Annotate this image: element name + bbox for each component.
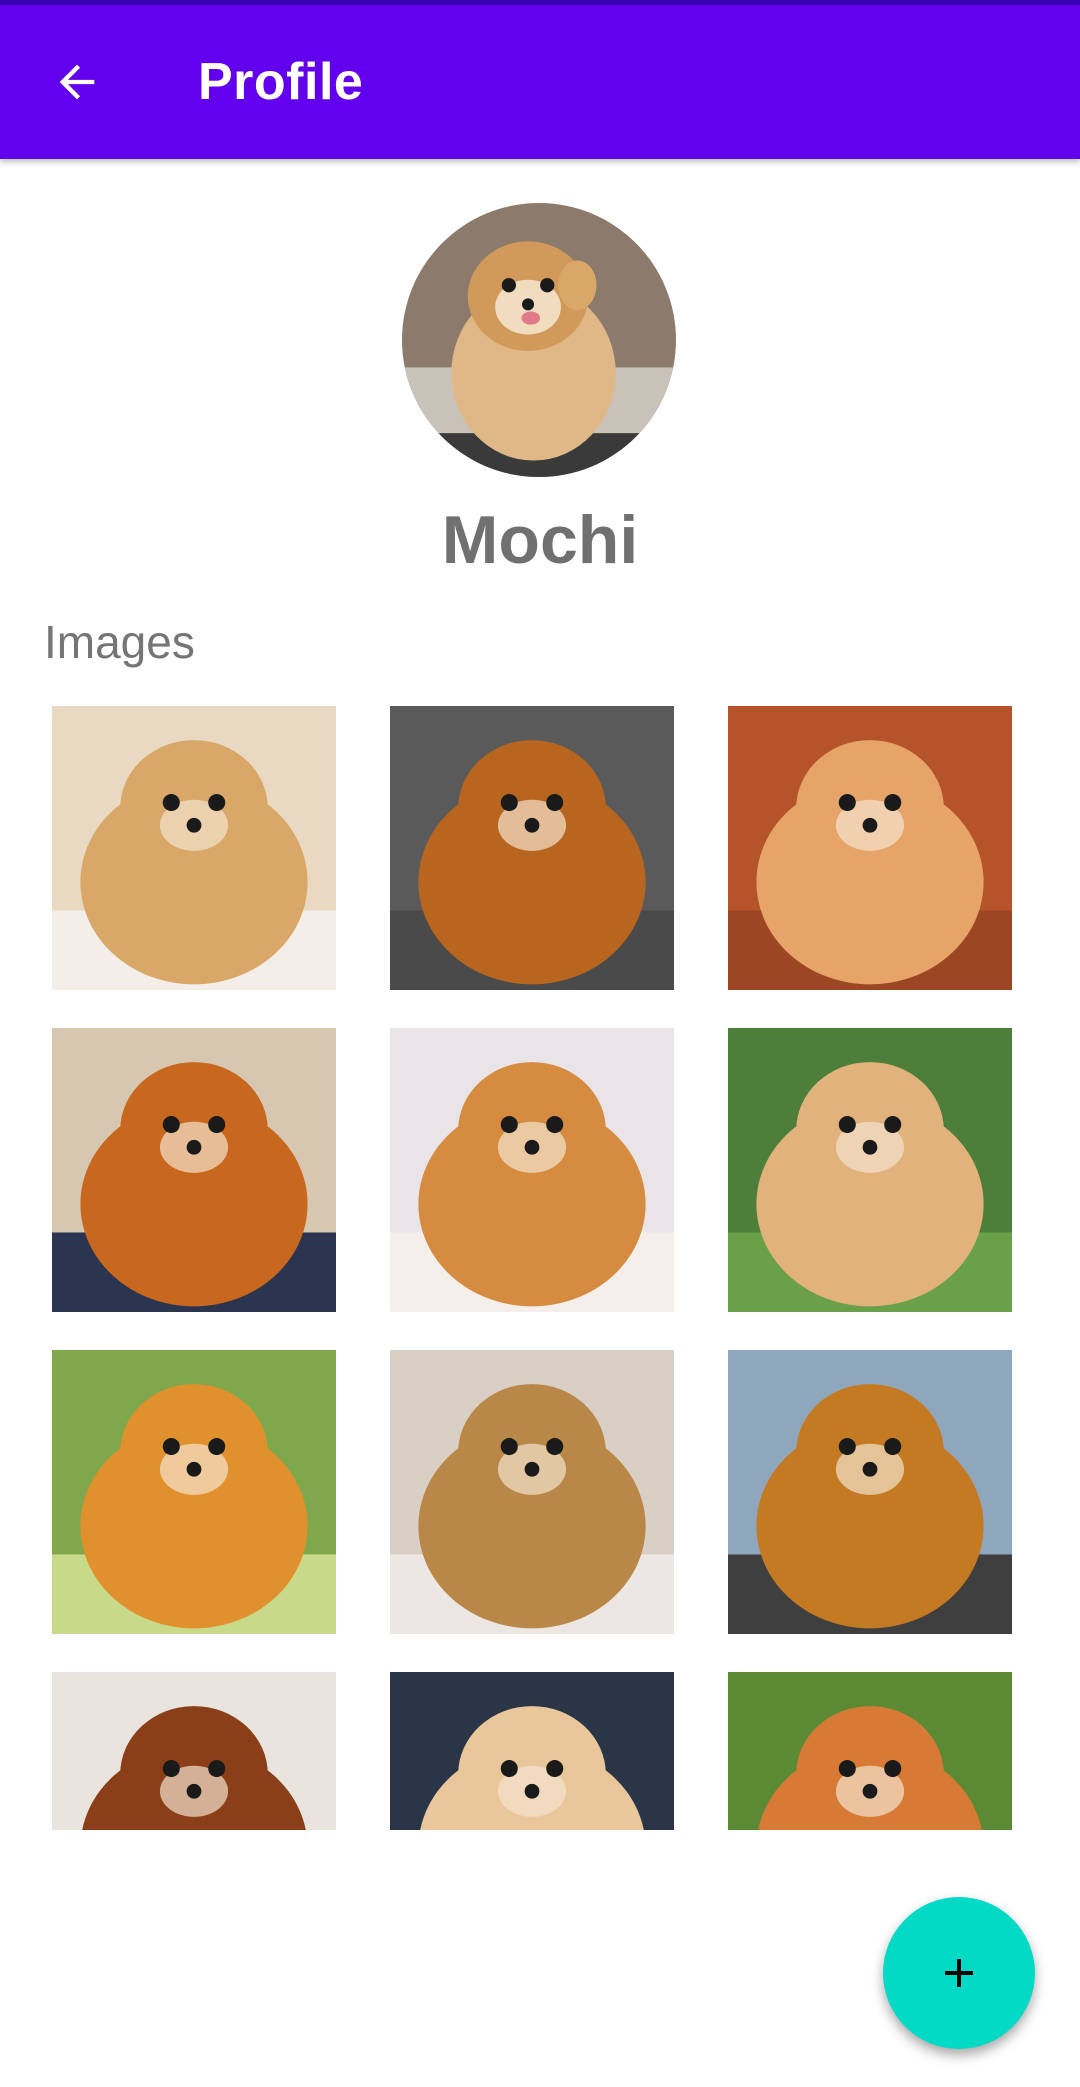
image-tile[interactable] (52, 1028, 336, 1312)
image-tile[interactable] (728, 706, 1012, 990)
photo-pom-in-basket (52, 1028, 336, 1312)
image-grid (52, 706, 1052, 1830)
photo-pom-on-bed (390, 1350, 674, 1634)
page-title: Profile (198, 53, 364, 111)
pet-name: Mochi (441, 502, 639, 578)
photo-pom-with-toy (390, 706, 674, 990)
photo-pom-harness (52, 1672, 336, 1830)
image-tile[interactable] (390, 706, 674, 990)
photo-pom-bushes (728, 1672, 1012, 1830)
back-button[interactable] (37, 42, 117, 122)
images-section-label: Images (44, 616, 195, 668)
image-tile[interactable] (52, 706, 336, 990)
photo-pom-tongue-out (390, 1028, 674, 1312)
image-tile[interactable] (728, 1028, 1012, 1312)
photo-pom-grooming (728, 1350, 1012, 1634)
photo-pom-standing-floor (728, 706, 1012, 990)
photo-pom-garden (52, 1350, 336, 1634)
avatar (402, 203, 676, 477)
photo-two-poms-car (390, 1672, 674, 1830)
app-bar: Profile (0, 5, 1080, 159)
avatar-photo (402, 203, 676, 477)
image-tile[interactable] (390, 1028, 674, 1312)
image-tile[interactable] (728, 1350, 1012, 1634)
image-tile[interactable] (728, 1672, 1012, 1830)
arrow-back-icon (59, 64, 95, 100)
photo-pom-on-grass-flowers (728, 1028, 1012, 1312)
add-image-button[interactable] (883, 1897, 1035, 2049)
plus-icon (945, 1959, 973, 1987)
photo-pom-waving (52, 706, 336, 990)
image-tile[interactable] (52, 1672, 336, 1830)
image-tile[interactable] (390, 1350, 674, 1634)
image-tile[interactable] (52, 1350, 336, 1634)
image-tile[interactable] (390, 1672, 674, 1830)
